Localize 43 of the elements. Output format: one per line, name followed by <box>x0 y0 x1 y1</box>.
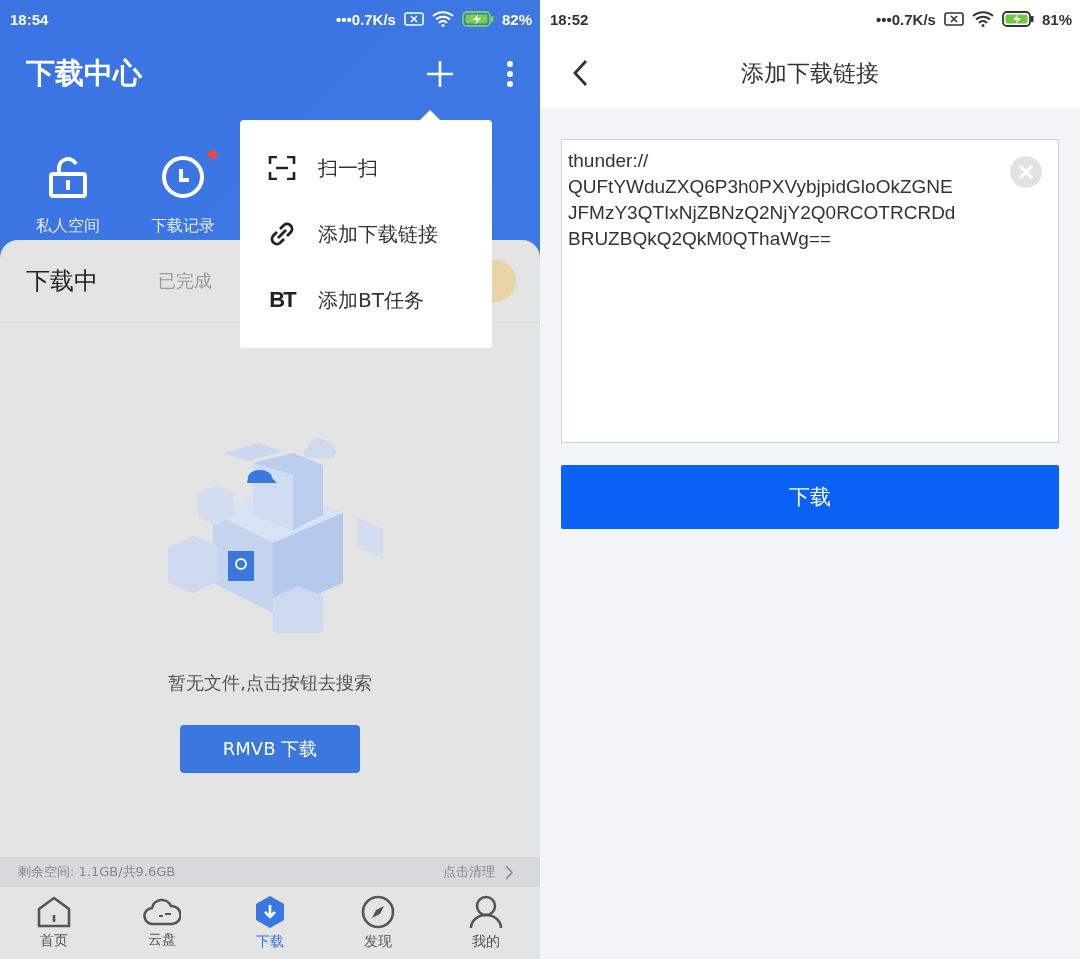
network-speed: •••0.7K/s <box>336 10 396 28</box>
nav-item[interactable]: 发现 <box>324 887 432 959</box>
link-input-field[interactable]: thunder:// QUFtYWduZXQ6P3h0PXVybjpidGloOkZGNE JFMzY3QTIxNjZBNzQ2NjY2Q0RCOTRCRDd BRUZBQkQ2QkM0QThaWg== <box>561 139 1059 443</box>
tab[interactable]: 下载中 <box>26 265 98 297</box>
battery-icon <box>461 11 494 27</box>
back-icon[interactable] <box>572 59 588 87</box>
network-speed: •••0.7K/s <box>876 10 936 28</box>
page-title: 添加下载链接 <box>741 58 879 88</box>
nav-item[interactable]: 云盘 <box>108 887 216 959</box>
search-button[interactable]: RMVB 下载 <box>180 725 360 773</box>
wifi-icon <box>971 11 994 27</box>
menu-item[interactable]: BT 添加BT任务 <box>240 267 492 333</box>
compass-icon <box>361 895 395 929</box>
battery-percent: 81% <box>1041 10 1072 28</box>
cloud-icon <box>143 897 181 927</box>
lock-icon[interactable] <box>48 156 87 198</box>
shortcut-label[interactable]: 私人空间 <box>35 216 100 237</box>
nav-item[interactable]: 我的 <box>432 887 540 959</box>
battery-percent: 82% <box>501 10 532 28</box>
page-title: 下载中心 <box>26 55 143 92</box>
status-time: 18:54 <box>10 10 49 28</box>
storage-info: 剩余空间: 1.1GB/共9.6GB <box>18 863 176 881</box>
add-icon[interactable] <box>426 60 454 88</box>
empty-message: 暂无文件,点击按钮去搜索 <box>168 671 372 695</box>
download-button[interactable]: 下载 <box>561 465 1059 529</box>
home-icon <box>37 896 71 928</box>
battery-icon <box>1001 11 1034 27</box>
clock-icon[interactable] <box>160 155 205 199</box>
nav-item[interactable]: 首页 <box>0 887 108 959</box>
link-icon <box>268 220 296 248</box>
shortcut-label[interactable]: 下载记录 <box>150 216 215 237</box>
status-time: 18:52 <box>550 10 589 28</box>
sim-icon <box>943 12 964 26</box>
sim-icon <box>403 12 424 26</box>
person-icon <box>469 895 503 929</box>
scan-icon <box>268 156 296 180</box>
chevron-icon <box>505 864 514 880</box>
menu-item[interactable]: 扫一扫 <box>240 135 492 201</box>
nav-item[interactable]: 下载 <box>216 887 324 959</box>
download-icon <box>254 895 286 929</box>
menu-item[interactable]: 添加下载链接 <box>240 201 492 267</box>
wifi-icon <box>431 11 454 27</box>
more-icon[interactable] <box>506 60 514 88</box>
